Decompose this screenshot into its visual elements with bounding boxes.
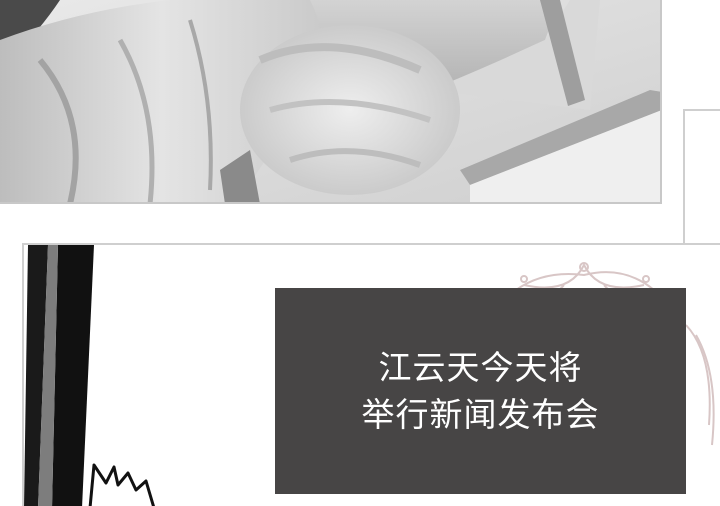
top-comic-panel	[0, 0, 662, 204]
top-panel-artwork	[0, 0, 660, 202]
caption-line-1: 江云天今天将	[378, 348, 583, 387]
caption-line-2: 举行新闻发布会	[361, 395, 600, 434]
caption-box: 江云天今天将 举行新闻发布会	[275, 288, 686, 494]
